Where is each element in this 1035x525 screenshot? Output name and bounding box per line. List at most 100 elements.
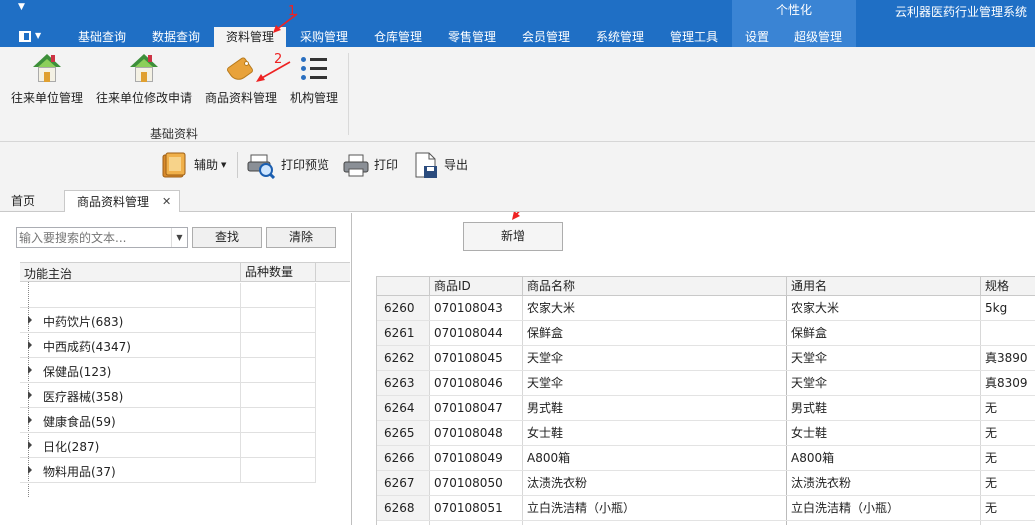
context-group-label: 个性化 — [775, 3, 812, 17]
tree-row[interactable]: 中药饮片(683) — [20, 308, 316, 333]
tree-row[interactable]: 日化(287) — [20, 433, 316, 458]
tree-row[interactable]: 物料用品(37) — [20, 458, 316, 483]
cell-product-name: 农家大米 — [527, 301, 576, 315]
tab-system[interactable]: 系统管理 — [584, 27, 656, 47]
tree-row[interactable]: 中西成药(4347) — [20, 333, 316, 358]
print-button[interactable]: 打印 — [342, 150, 402, 180]
partner-change-request-button[interactable]: 往来单位修改申请 — [92, 51, 196, 113]
tab-tools[interactable]: 管理工具 — [658, 27, 730, 47]
tab-data-query[interactable]: 数据查询 — [140, 27, 212, 47]
table-row[interactable]: 6267 070108050 汰渍洗衣粉 汰渍洗衣粉 无 — [377, 471, 1035, 496]
cell-product-id: 070108045 — [434, 351, 503, 365]
row-index: 6263 — [377, 371, 429, 395]
table-row[interactable]: 6260 070108043 农家大米 农家大米 5kg — [377, 296, 1035, 321]
expand-arrow-icon[interactable] — [28, 341, 32, 349]
tab-basic-query[interactable]: 基础查询 — [66, 27, 138, 47]
column-header-generic-name[interactable]: 通用名 — [786, 277, 980, 296]
tree-row[interactable]: 医疗器械(358) — [20, 383, 316, 408]
ribbon-panel: 往来单位管理 往来单位修改申请 商品资料管理 机构管理 基础资料 — [0, 47, 1035, 142]
partner-change-request-label: 往来单位修改申请 — [95, 91, 192, 105]
tab-super-admin[interactable]: 超级管理 — [782, 27, 854, 47]
expand-arrow-icon[interactable] — [28, 441, 32, 449]
annotation-arrow-2 — [256, 61, 291, 82]
table-row[interactable]: 6265 070108048 女士鞋 女士鞋 无 — [377, 421, 1035, 446]
cell-spec: 无 — [985, 476, 998, 490]
doc-tab-label: 商品资料管理 — [77, 195, 150, 209]
books-icon — [162, 152, 186, 178]
row-index: 6262 — [377, 346, 429, 370]
tree-header: 功能主治 品种数量 — [20, 262, 350, 282]
cell-product-id: 070108047 — [434, 401, 503, 415]
org-management-button[interactable]: 机构管理 — [286, 51, 342, 113]
cell-generic-name: 汰渍洗衣粉 — [791, 476, 852, 490]
doc-tab-home[interactable]: 首页 — [4, 190, 52, 212]
expand-arrow-icon[interactable] — [28, 416, 32, 424]
tree-row[interactable]: 保健品(123) — [20, 358, 316, 383]
app-title: 云利器医药行业管理系统 — [894, 5, 1027, 19]
expand-arrow-icon[interactable] — [28, 391, 32, 399]
cell-product-id: 070108050 — [434, 476, 503, 490]
tab-retail[interactable]: 零售管理 — [436, 27, 508, 47]
table-row[interactable]: 6263 070108046 天堂伞 天堂伞 真8309 — [377, 371, 1035, 396]
document-tabs: 首页 商品资料管理 ✕ — [0, 188, 1035, 212]
column-header-product-id[interactable]: 商品ID — [429, 277, 522, 296]
tree-row[interactable]: 健康食品(59) — [20, 408, 316, 433]
column-header-spec[interactable]: 规格 — [980, 277, 1035, 296]
expand-arrow-icon[interactable] — [28, 316, 32, 324]
tree-row-root[interactable] — [20, 283, 316, 308]
category-panel: ▼ 查找 清除 功能主治 品种数量 中药饮片(683) 中西成药(4347) 保… — [0, 213, 352, 525]
tab-warehouse[interactable]: 仓库管理 — [362, 27, 434, 47]
cell-product-id: 070108046 — [434, 376, 503, 390]
annotation-arrow-1 — [273, 13, 298, 33]
assist-button[interactable]: 辅助 ▼ — [160, 150, 232, 180]
tree-row-label: 日化(287) — [43, 440, 100, 454]
doc-tab-product-management[interactable]: 商品资料管理 ✕ — [64, 190, 180, 212]
tree-row-label: 中药饮片(683) — [43, 315, 124, 329]
table-row[interactable]: 6264 070108047 男式鞋 男式鞋 无 — [377, 396, 1035, 421]
row-index: 6267 — [377, 471, 429, 495]
table-row[interactable]: 6268 070108051 立白洗洁精（小瓶） 立白洗洁精（小瓶） 无 — [377, 496, 1035, 521]
find-button[interactable]: 查找 — [192, 227, 262, 248]
cell-product-id: 070108043 — [434, 301, 503, 315]
search-box: ▼ — [16, 227, 188, 248]
row-index: 6264 — [377, 396, 429, 420]
table-row[interactable]: 6262 070108045 天堂伞 天堂伞 真3890 — [377, 346, 1035, 371]
table-row[interactable]: 6266 070108049 A800箱 A800箱 无 — [377, 446, 1035, 471]
tree-row-qty — [240, 458, 316, 482]
tree-row-qty — [240, 383, 316, 407]
partner-management-button[interactable]: 往来单位管理 — [8, 51, 86, 113]
cell-product-id: 070108048 — [434, 426, 503, 440]
chevron-down-icon[interactable]: ▼ — [171, 228, 187, 247]
close-icon[interactable]: ✕ — [162, 191, 171, 213]
row-index: 6268 — [377, 496, 429, 520]
row-index: 6266 — [377, 446, 429, 470]
export-icon — [415, 152, 437, 178]
house-icon — [127, 53, 161, 85]
cell-product-name: 女士鞋 — [527, 426, 564, 440]
column-header-product-name[interactable]: 商品名称 — [522, 277, 786, 296]
quick-access-dropdown-icon[interactable]: ▼ — [18, 2, 25, 12]
export-button[interactable]: 导出 — [412, 150, 472, 180]
table-row[interactable]: 6261 070108044 保鲜盒 保鲜盒 — [377, 321, 1035, 346]
search-input[interactable] — [19, 229, 171, 246]
expand-arrow-icon[interactable] — [28, 366, 32, 374]
expand-arrow-icon[interactable] — [28, 466, 32, 474]
tab-member[interactable]: 会员管理 — [510, 27, 582, 47]
cell-product-name: 汰渍洗衣粉 — [527, 476, 588, 490]
tree-row-qty — [240, 358, 316, 382]
org-management-label: 机构管理 — [289, 91, 338, 105]
clear-button[interactable]: 清除 — [266, 227, 336, 248]
list-icon — [297, 53, 331, 85]
tree-row-qty — [240, 308, 316, 332]
column-header-variety-count[interactable]: 品种数量 — [240, 263, 316, 282]
column-header-indication[interactable]: 功能主治 — [24, 265, 72, 282]
price-tag-icon — [224, 53, 258, 85]
cell-generic-name: 保鲜盒 — [791, 326, 828, 340]
cell-product-id: 070108049 — [434, 451, 503, 465]
print-preview-button[interactable]: 打印预览 — [247, 150, 331, 180]
tab-settings[interactable]: 设置 — [734, 27, 780, 47]
cell-spec — [981, 321, 1035, 345]
cell-generic-name: 立白洗洁精（小瓶） — [791, 501, 900, 515]
grid-header: 商品ID 商品名称 通用名 规格 — [377, 277, 1035, 296]
add-product-button[interactable]: 新增 — [463, 222, 563, 251]
